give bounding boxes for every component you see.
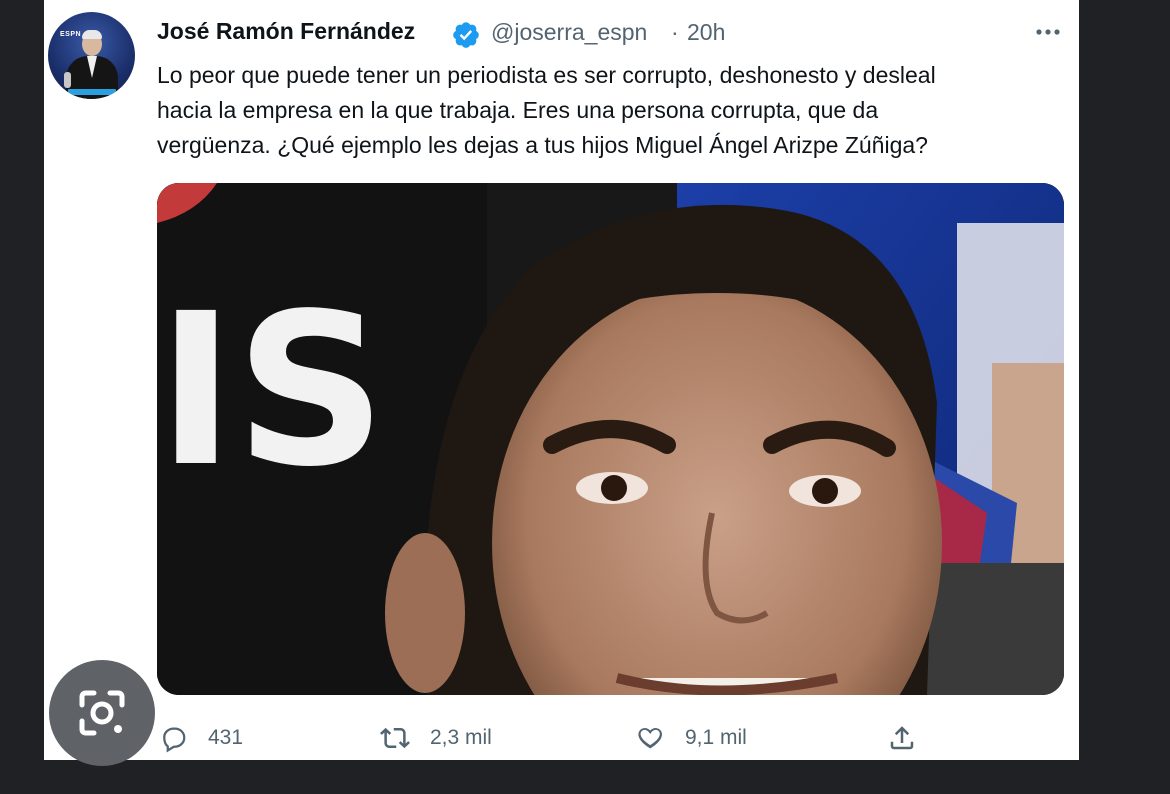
- like-count: 9,1 mil: [685, 726, 747, 749]
- tweet-text-line: Lo peor que puede tener un periodista es…: [157, 62, 936, 88]
- heart-icon: [638, 728, 662, 749]
- reply-action[interactable]: 431: [158, 715, 243, 761]
- author-avatar[interactable]: ESPN: [48, 12, 135, 99]
- like-action[interactable]: 9,1 mil: [635, 715, 747, 761]
- share-icon: [890, 726, 914, 750]
- retweet-action[interactable]: 2,3 mil: [380, 715, 492, 761]
- reply-icon: [163, 727, 186, 753]
- shirt-print-text: IS: [157, 268, 386, 513]
- reply-count: 431: [208, 726, 244, 749]
- avatar-banner: [68, 89, 116, 95]
- author-handle[interactable]: @joserra_espn: [491, 19, 647, 46]
- retweet-icon: [380, 727, 410, 749]
- share-action[interactable]: [887, 715, 917, 761]
- avatar-logo-text: ESPN: [60, 31, 82, 38]
- tweet-media-photo[interactable]: IS: [157, 183, 1064, 695]
- tweet-text: Lo peor que puede tener un periodista es…: [157, 58, 1067, 163]
- google-lens-button[interactable]: [49, 660, 155, 766]
- tweet-text-line: vergüenza. ¿Qué ejemplo les dejas a tus …: [157, 132, 928, 158]
- tweet-timestamp[interactable]: 20h: [687, 19, 725, 46]
- tweet-text-line: hacia la empresa en la que trabaja. Eres…: [157, 97, 879, 123]
- tweet-actions-bar: 431 2,3 mil 9,1 mil: [0, 715, 1170, 761]
- google-lens-icon: [79, 690, 125, 736]
- avatar-trophy: [64, 72, 71, 88]
- meta-separator: ·: [671, 19, 679, 45]
- photo-illustration: IS: [157, 183, 1064, 695]
- more-options-icon[interactable]: [1030, 22, 1066, 42]
- author-name[interactable]: José Ramón Fernández: [157, 18, 415, 45]
- verified-badge-icon: [453, 22, 479, 48]
- avatar-hair: [82, 30, 102, 39]
- retweet-count: 2,3 mil: [430, 726, 492, 749]
